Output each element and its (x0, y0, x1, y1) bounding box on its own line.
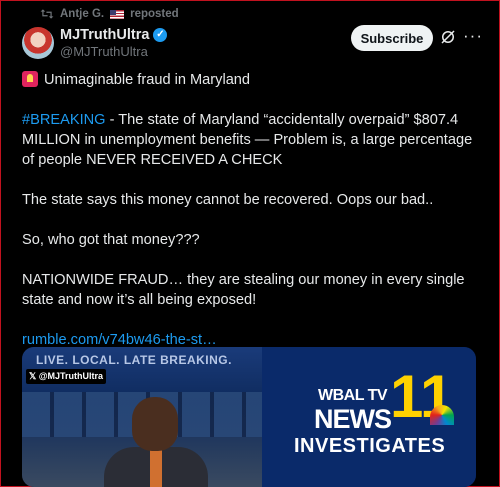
siren-emoji-icon (22, 71, 38, 87)
news-label: NEWS (314, 404, 392, 434)
news-ticker: LIVE. LOCAL. LATE BREAKING. (36, 353, 232, 367)
station-logo-panel: 11 WBAL TV NEWS INVESTIGATES (262, 347, 476, 487)
author-name[interactable]: MJTruthUltra (60, 27, 149, 43)
news-anchor-tie (150, 449, 162, 487)
us-flag-icon (110, 9, 125, 19)
avatar[interactable] (22, 27, 54, 59)
hashtag-link[interactable]: #BREAKING (22, 112, 106, 128)
reposter-name[interactable]: Antje G. (60, 8, 104, 20)
nbc-peacock-icon (430, 405, 454, 425)
video-thumbnail[interactable]: LIVE. LOCAL. LATE BREAKING. 𝕏 @MJTruthUl… (22, 347, 476, 487)
post-paragraph-4: NATIONWIDE FRAUD… they are stealing our … (22, 272, 465, 308)
grok-icon[interactable] (439, 28, 457, 46)
author-handle[interactable]: @MJTruthUltra (60, 44, 148, 59)
repost-line[interactable]: Antje G. reposted (40, 8, 179, 20)
news-anchor-head (132, 397, 178, 451)
wbal-label: WBAL TV (318, 387, 388, 404)
post-paragraph-3: So, who got that money??? (22, 232, 200, 248)
more-options-icon[interactable]: ··· (463, 26, 483, 46)
investigates-label: INVESTIGATES (294, 435, 446, 457)
author-name-row[interactable]: MJTruthUltra ✓ (60, 27, 168, 43)
post-body: Unimaginable fraud in Maryland #BREAKING… (22, 70, 482, 370)
repost-suffix: reposted (130, 8, 179, 20)
external-link[interactable]: rumble.com/v74bw46-the-st… (22, 332, 217, 348)
post-paragraph-1: #BREAKING - The state of Maryland “accid… (22, 112, 473, 168)
newsroom-scene: LIVE. LOCAL. LATE BREAKING. 𝕏 @MJTruthUl… (22, 347, 262, 487)
watermark-tag: 𝕏 @MJTruthUltra (26, 369, 107, 384)
verified-badge-icon: ✓ (153, 28, 168, 42)
subscribe-button[interactable]: Subscribe (351, 25, 433, 51)
repost-icon (40, 9, 54, 19)
post-paragraph-2: The state says this money cannot be reco… (22, 192, 434, 208)
post-headline: Unimaginable fraud in Maryland (22, 70, 482, 90)
